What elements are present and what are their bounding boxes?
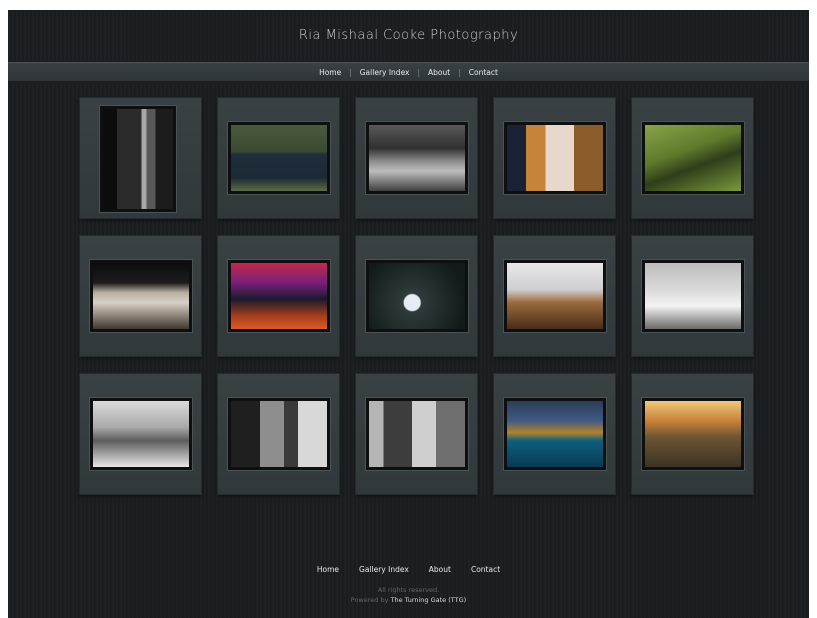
- nav-contact[interactable]: Contact: [461, 68, 506, 77]
- main-nav: Home | Gallery Index | About | Contact: [8, 62, 809, 82]
- thumbnail-image: [642, 260, 744, 332]
- footer-nav-contact[interactable]: Contact: [471, 565, 500, 574]
- gallery-thumbnail-bride-twirl[interactable]: [356, 236, 477, 356]
- footer-copyright: All rights reserved.: [377, 586, 440, 594]
- gallery-thumbnail-horses[interactable]: [80, 236, 201, 356]
- thumbnail-image: [504, 260, 606, 332]
- thumbnail-image: [504, 122, 606, 194]
- gallery-thumbnail-couple-closeup[interactable]: [218, 374, 339, 494]
- gallery-thumbnail-winter-trees-couple[interactable]: [80, 374, 201, 494]
- footer-nav-gallery-index[interactable]: Gallery Index: [359, 565, 409, 574]
- gallery-thumbnail-couple-in-field[interactable]: [632, 98, 753, 218]
- thumbnail-image: [90, 260, 192, 332]
- thumbnail-image: [642, 398, 744, 470]
- nav-home[interactable]: Home: [311, 68, 349, 77]
- gallery-thumbnail-couple-smile[interactable]: [356, 374, 477, 494]
- page: Ria Mishaal Cooke Photography Home | Gal…: [8, 10, 809, 618]
- thumbnail-image: [228, 122, 330, 194]
- gallery-thumbnail-snow-tree[interactable]: [632, 236, 753, 356]
- footer-nav-about[interactable]: About: [429, 565, 451, 574]
- thumbnail-image: [100, 106, 176, 212]
- thumbnail-image: [504, 398, 606, 470]
- gallery-grid: [80, 98, 753, 494]
- thumbnail-image: [228, 398, 330, 470]
- gallery-thumbnail-couple-kiss[interactable]: [494, 98, 615, 218]
- thumbnail-image: [366, 398, 468, 470]
- footer-nav: Home Gallery Index About Contact: [8, 565, 809, 574]
- gallery-thumbnail-groomsmen[interactable]: [218, 98, 339, 218]
- gallery-thumbnail-sunset-lake[interactable]: [494, 374, 615, 494]
- thumbnail-image: [366, 260, 468, 332]
- powered-by-label: Powered by: [350, 596, 389, 604]
- thumbnail-image: [366, 122, 468, 194]
- footer-nav-home[interactable]: Home: [317, 565, 339, 574]
- site-title[interactable]: Ria Mishaal Cooke Photography: [8, 28, 809, 43]
- footer-powered-by: Powered by The Turning Gate (TTG): [8, 596, 809, 604]
- powered-by-link[interactable]: The Turning Gate (TTG): [391, 596, 467, 604]
- thumbnail-image: [228, 260, 330, 332]
- gallery-thumbnail-woman-in-doorway[interactable]: [80, 98, 201, 218]
- gallery-thumbnail-under-sheet[interactable]: [494, 236, 615, 356]
- thumbnail-image: [642, 122, 744, 194]
- gallery-thumbnail-sunset-couple[interactable]: [632, 374, 753, 494]
- thumbnail-image: [90, 398, 192, 470]
- nav-about[interactable]: About: [420, 68, 458, 77]
- nav-gallery-index[interactable]: Gallery Index: [352, 68, 418, 77]
- gallery-thumbnail-couple-by-columns[interactable]: [356, 98, 477, 218]
- gallery-thumbnail-reception-dance[interactable]: [218, 236, 339, 356]
